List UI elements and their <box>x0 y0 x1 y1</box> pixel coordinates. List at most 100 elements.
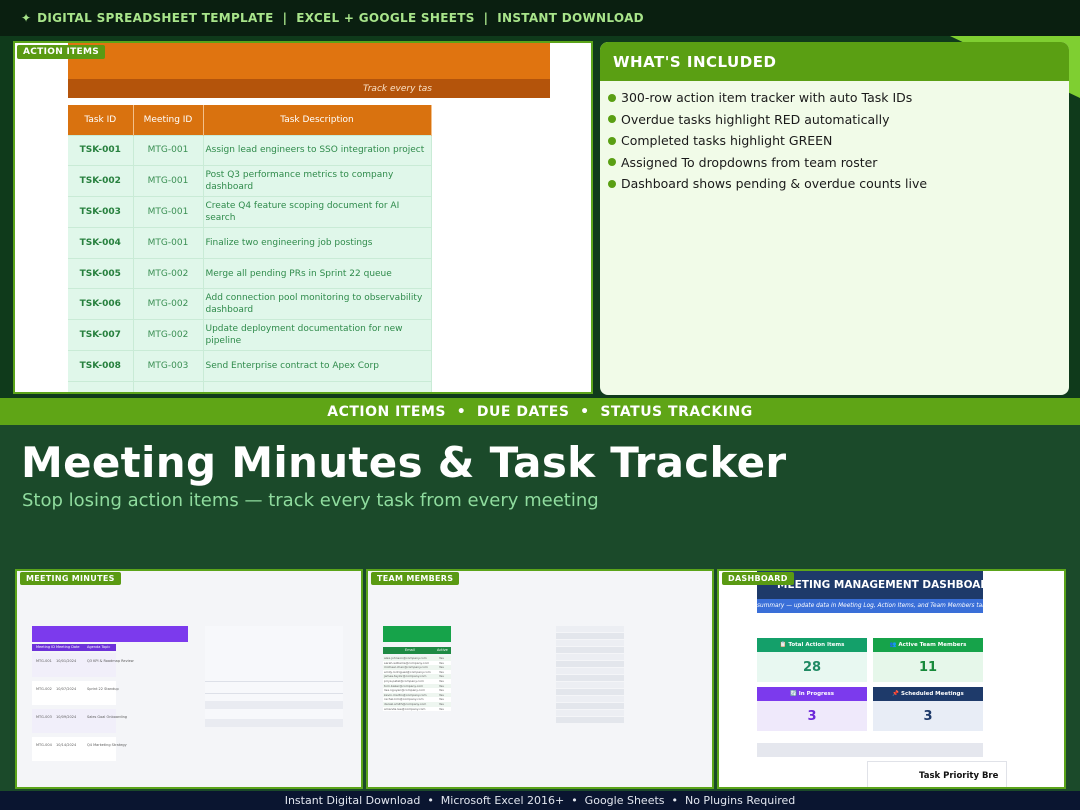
meeting-minutes-preview: MEETING MINUTES Meeting ID Meeting Date … <box>15 569 363 789</box>
kpi-label: 👥 Active Team Members <box>873 638 983 652</box>
team-roster-header-active: Active <box>437 648 448 652</box>
member-active-cell: Yes <box>439 669 444 674</box>
member-email-cell: amanda.lee@company.com <box>384 706 426 711</box>
whats-included-list: 300-row action item tracker with auto Ta… <box>600 81 1069 195</box>
grid-row <box>556 647 624 653</box>
member-email-cell: rachel.kim@company.com <box>384 697 424 702</box>
task-description-cell: Merge all pending PRs in Sprint 22 queue <box>203 257 432 289</box>
list-item: 300-row action item tracker with auto Ta… <box>608 87 1069 109</box>
action-items-subheader: Track every tas <box>68 79 550 98</box>
meeting-id-cell: MTG-003 <box>36 715 52 719</box>
list-item-text: 300-row action item tracker with auto Ta… <box>621 90 913 106</box>
member-active-cell: Yes <box>439 702 444 706</box>
member-active-cell: Yes <box>439 674 444 679</box>
member-active-cell: Yes <box>439 660 444 665</box>
member-active-cell: Yes <box>439 706 444 711</box>
table-row: TSK-003 MTG-001 Create Q4 feature scoping … <box>68 196 432 228</box>
team-roster-header-bar <box>383 626 451 642</box>
column-header-task-description: Task Description <box>203 105 432 135</box>
kpi-tile: 📋 Total Action Items 28 <box>757 638 867 682</box>
grid-row <box>556 717 624 723</box>
member-email-cell: priya.patel@company.com <box>384 679 424 683</box>
grid-row <box>556 710 624 716</box>
list-item-text: Assigned To dropdowns from team roster <box>621 154 878 170</box>
task-description-cell: Finalize two engineering job postings <box>203 226 432 259</box>
grid-row <box>556 689 624 695</box>
kpi-label: 📋 Total Action Items <box>757 638 867 652</box>
meeting-id-cell: MTG-002 <box>36 687 52 691</box>
table-row: TSK-002 MTG-001 Post Q3 performance metric… <box>68 165 432 197</box>
column-header-task-id: Task ID <box>68 105 134 135</box>
meeting-id-cell: MTG-002 <box>133 257 204 289</box>
task-id-cell: TSK-006 <box>68 288 134 320</box>
member-email-cell: daniel.smith@company.com <box>384 702 427 706</box>
task-id-cell: TSK-008 <box>68 350 134 382</box>
meeting-id-cell: MTG-001 <box>133 165 204 197</box>
meeting-id-cell: MTG-001 <box>36 659 52 663</box>
grid-row <box>556 675 624 681</box>
notes-row-shade <box>205 701 343 709</box>
member-active-cell: Yes <box>439 679 444 683</box>
meeting-id-cell: MTG-002 <box>133 288 204 320</box>
kpi-tile: 📌 Scheduled Meetings 3 <box>873 687 983 731</box>
bullet-icon <box>608 115 616 124</box>
table-row: TSK-007 MTG-002 Update deployment document… <box>68 319 432 351</box>
grid-row <box>556 696 624 702</box>
table-row: TSK-005 MTG-002 Merge all pending PRs in S… <box>68 257 432 289</box>
meeting-id-cell: MTG-001 <box>133 226 204 259</box>
member-email-cell: sarah.williams@company.com <box>384 660 430 665</box>
grid-row <box>556 661 624 667</box>
team-members-preview: TEAM MEMBERS Email Active alex.johnson@c… <box>366 569 714 789</box>
task-id-cell: TSK-007 <box>68 319 134 351</box>
task-description-cell: Send Enterprise contract to Apex Corp <box>203 350 432 382</box>
kpi-label: 🔄 In Progress <box>757 687 867 701</box>
table-row: TSK-006 MTG-002 Add connection pool monito… <box>68 288 432 320</box>
kpi-value: 3 <box>873 701 983 731</box>
member-email-cell: james.taylor@company.com <box>384 674 427 679</box>
table-row: MTG-004 10/14/2024 Q4 Marketing Strategy <box>32 737 127 761</box>
member-active-cell: Yes <box>439 692 444 697</box>
member-active-cell: Yes <box>439 697 444 702</box>
table-row: MTG-003 10/09/2024 Sales Goal Onboarding <box>32 709 127 733</box>
task-id-cell: TSK-001 <box>68 134 134 166</box>
action-items-preview: ACTION ITEMS Track every tas Task ID Mee… <box>13 41 593 394</box>
whats-included-title: WHAT'S INCLUDED <box>600 42 1069 81</box>
bullet-icon <box>608 158 616 167</box>
kpi-value: 28 <box>757 652 867 682</box>
grid-row <box>556 640 624 646</box>
grid-row <box>556 633 624 639</box>
feature-band: ACTION ITEMS • DUE DATES • STATUS TRACKI… <box>0 398 1080 425</box>
whats-included-panel: WHAT'S INCLUDED 300-row action item trac… <box>600 42 1069 395</box>
meeting-log-header-id: Meeting ID <box>36 645 55 649</box>
action-items-table: Task ID Meeting ID Task Description TSK-… <box>68 105 432 392</box>
task-description-cell: Add connection pool monitoring to observ… <box>203 288 432 320</box>
dashboard-preview: DASHBOARD MEETING MANAGEMENT DASHBOARD s… <box>717 569 1066 789</box>
meeting-topic-cell: Q4 Marketing Strategy <box>87 743 127 747</box>
table-row: TSK-001 MTG-001 Assign lead engineers to S… <box>68 134 432 166</box>
table-row-partial <box>68 380 432 392</box>
action-items-rows: TSK-001 MTG-001 Assign lead engineers to S… <box>68 134 432 392</box>
notes-row-shade <box>205 719 343 727</box>
member-active-cell: Yes <box>439 665 444 670</box>
meeting-topic-cell: Q3 KPI & Roadmap Review <box>87 659 134 663</box>
member-email-cell: michael.chen@company.com <box>384 665 428 670</box>
member-email-cell: kevin.martin@company.com <box>384 692 427 697</box>
table-row: TSK-008 MTG-003 Send Enterprise contract t… <box>68 350 432 382</box>
meeting-id-cell: MTG-001 <box>133 196 204 228</box>
top-banner-text: DIGITAL SPREADSHEET TEMPLATE | EXCEL + G… <box>37 11 644 25</box>
list-item: Assigned To dropdowns from team roster <box>608 152 1069 174</box>
task-id-cell: TSK-002 <box>68 165 134 197</box>
member-email-cell: lisa.nguyen@company.com <box>384 688 426 693</box>
grid-row <box>556 654 624 660</box>
kpi-tile: 🔄 In Progress 3 <box>757 687 867 731</box>
divider <box>205 681 343 682</box>
task-id-cell: TSK-003 <box>68 196 134 228</box>
divider <box>205 693 343 694</box>
meeting-date-cell: 10/14/2024 <box>56 743 77 747</box>
grid-row <box>556 626 624 632</box>
member-email-cell: tom.baker@company.com <box>384 683 424 688</box>
task-id-cell: TSK-004 <box>68 226 134 259</box>
task-description-cell: Update deployment documentation for new … <box>203 319 432 351</box>
empty-cell <box>68 380 134 392</box>
meeting-minutes-tag: MEETING MINUTES <box>20 572 121 585</box>
